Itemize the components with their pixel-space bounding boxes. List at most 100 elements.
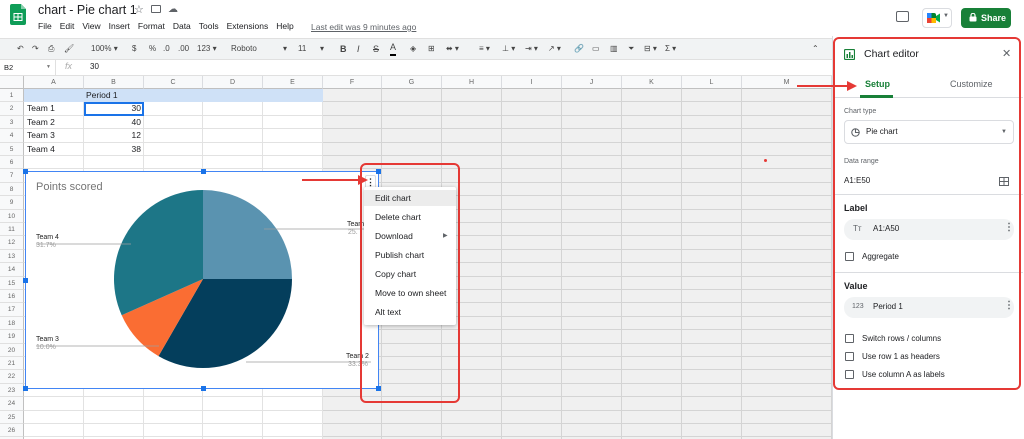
resize-handle-bl[interactable] (23, 386, 28, 391)
text-rotate-icon[interactable]: ↗ ▾ (548, 42, 561, 56)
cell-b2[interactable]: 30 (84, 102, 141, 115)
comments-icon[interactable] (896, 11, 909, 22)
paint-format-icon[interactable]: 🖌 (64, 42, 74, 56)
row-header-16[interactable]: 16 (0, 290, 24, 304)
column-header-d[interactable]: D (203, 76, 263, 89)
menu-insert[interactable]: Insert (109, 21, 130, 33)
vertical-align-icon[interactable]: ⊥ ▾ (502, 42, 515, 56)
row-header-10[interactable]: 10 (0, 209, 24, 223)
column-header-h[interactable]: H (442, 76, 502, 89)
resize-handle-ml[interactable] (23, 278, 28, 283)
font-size-select[interactable]: 11 ▾ (298, 42, 328, 56)
row-header-3[interactable]: 3 (0, 115, 24, 130)
row-header-26[interactable]: 26 (0, 424, 24, 438)
row-header-9[interactable]: 9 (0, 196, 24, 210)
collapse-toolbar-icon[interactable]: ⌃ (812, 42, 819, 56)
functions-icon[interactable]: Σ ▾ (665, 42, 676, 56)
cell-a4[interactable]: Team 3 (27, 129, 55, 142)
resize-handle-tm[interactable] (201, 169, 206, 174)
row-header-15[interactable]: 15 (0, 276, 24, 290)
menu-format[interactable]: Format (138, 21, 165, 33)
redo-icon[interactable]: ↷ (32, 42, 39, 56)
currency-button[interactable]: $ (132, 42, 136, 56)
menu-edit[interactable]: Edit (60, 21, 75, 33)
cell-b1[interactable]: Period 1 (86, 89, 118, 102)
insert-comment-icon[interactable]: ▭ (592, 42, 600, 56)
embedded-chart[interactable]: Points scored Team 4 31.7% Team 3 10.0% … (23, 169, 381, 391)
menu-help[interactable]: Help (276, 21, 293, 33)
column-header-f[interactable]: F (323, 76, 382, 89)
row-header-25[interactable]: 25 (0, 410, 24, 424)
row-header-24[interactable]: 24 (0, 397, 24, 411)
column-header-a[interactable]: A (24, 76, 84, 89)
menu-delete-chart[interactable]: Delete chart (375, 212, 421, 222)
cell-b3[interactable]: 40 (84, 116, 141, 129)
menu-file[interactable]: File (38, 21, 52, 33)
cell-b4[interactable]: 12 (84, 129, 141, 142)
share-button[interactable]: Share (961, 8, 1011, 28)
resize-handle-bm[interactable] (201, 386, 206, 391)
strikethrough-button[interactable]: S (373, 42, 379, 56)
row-header-13[interactable]: 13 (0, 249, 24, 264)
column-header-b[interactable]: B (84, 76, 144, 89)
undo-icon[interactable]: ↶ (17, 42, 24, 56)
row-header-7[interactable]: 7 (0, 169, 24, 183)
column-header-l[interactable]: L (682, 76, 742, 89)
meet-button[interactable]: ▼ (922, 8, 952, 28)
text-wrap-icon[interactable]: ⇥ ▾ (525, 42, 538, 56)
merge-cells-icon[interactable]: ⬌ ▾ (446, 42, 459, 56)
menu-download[interactable]: Download (375, 231, 413, 241)
horizontal-align-icon[interactable]: ≡ ▾ (479, 42, 490, 56)
increase-decimal-button[interactable]: .00 (178, 42, 189, 56)
row-header-4[interactable]: 4 (0, 129, 24, 143)
row-header-5[interactable]: 5 (0, 142, 24, 156)
row-header-19[interactable]: 19 (0, 330, 24, 344)
cell-a2[interactable]: Team 1 (27, 102, 55, 115)
row-header-12[interactable]: 12 (0, 236, 24, 250)
menu-alt-text[interactable]: Alt text (375, 307, 401, 317)
column-header-g[interactable]: G (382, 76, 442, 89)
row-header-14[interactable]: 14 (0, 263, 24, 277)
borders-icon[interactable]: ⊞ (428, 42, 435, 56)
menu-move-to-own-sheet[interactable]: Move to own sheet (375, 288, 446, 298)
column-header-c[interactable]: C (144, 76, 203, 89)
text-color-button[interactable]: A (390, 42, 397, 56)
cell-b5[interactable]: 38 (84, 143, 141, 156)
star-icon[interactable]: ☆ (134, 3, 144, 16)
filter-icon[interactable]: ⏷ (628, 42, 634, 56)
row-header-2[interactable]: 2 (0, 102, 24, 116)
row-header-1[interactable]: 1 (0, 89, 24, 103)
print-icon[interactable]: ⎙ (48, 42, 54, 56)
row-header-8[interactable]: 8 (0, 182, 24, 197)
row-header-23[interactable]: 23 (0, 383, 24, 398)
row-header-17[interactable]: 17 (0, 303, 24, 317)
font-select[interactable]: Roboto ▾ (231, 42, 291, 56)
row-header-21[interactable]: 21 (0, 357, 24, 371)
insert-chart-icon[interactable]: ▥ (610, 42, 618, 56)
formula-input[interactable]: 30 (90, 62, 99, 71)
menu-edit-chart[interactable]: Edit chart (375, 193, 411, 203)
row-header-11[interactable]: 11 (0, 223, 24, 237)
column-header-e[interactable]: E (263, 76, 323, 89)
row-header-6[interactable]: 6 (0, 156, 24, 170)
move-folder-icon[interactable] (151, 5, 161, 13)
sheets-logo-icon[interactable] (10, 4, 26, 25)
row-header-22[interactable]: 22 (0, 370, 24, 384)
bold-button[interactable]: B (340, 42, 347, 56)
row-header-18[interactable]: 18 (0, 316, 24, 331)
name-box[interactable]: B2 ▼ (0, 60, 56, 75)
menu-publish-chart[interactable]: Publish chart (375, 250, 424, 260)
cell-a5[interactable]: Team 4 (27, 143, 55, 156)
menu-data[interactable]: Data (173, 21, 191, 33)
menu-copy-chart[interactable]: Copy chart (375, 269, 416, 279)
column-header-i[interactable]: I (502, 76, 562, 89)
decrease-decimal-button[interactable]: .0 (163, 42, 170, 56)
insert-link-icon[interactable]: 🔗 (574, 42, 584, 56)
menu-tools[interactable]: Tools (199, 21, 219, 33)
row-header-20[interactable]: 20 (0, 343, 24, 357)
column-header-k[interactable]: K (622, 76, 682, 89)
more-formats-button[interactable]: 123 ▾ (197, 42, 217, 56)
zoom-select[interactable]: 100% ▾ (91, 42, 118, 56)
italic-button[interactable]: I (357, 42, 360, 56)
last-edit-link[interactable]: Last edit was 9 minutes ago (311, 22, 416, 32)
